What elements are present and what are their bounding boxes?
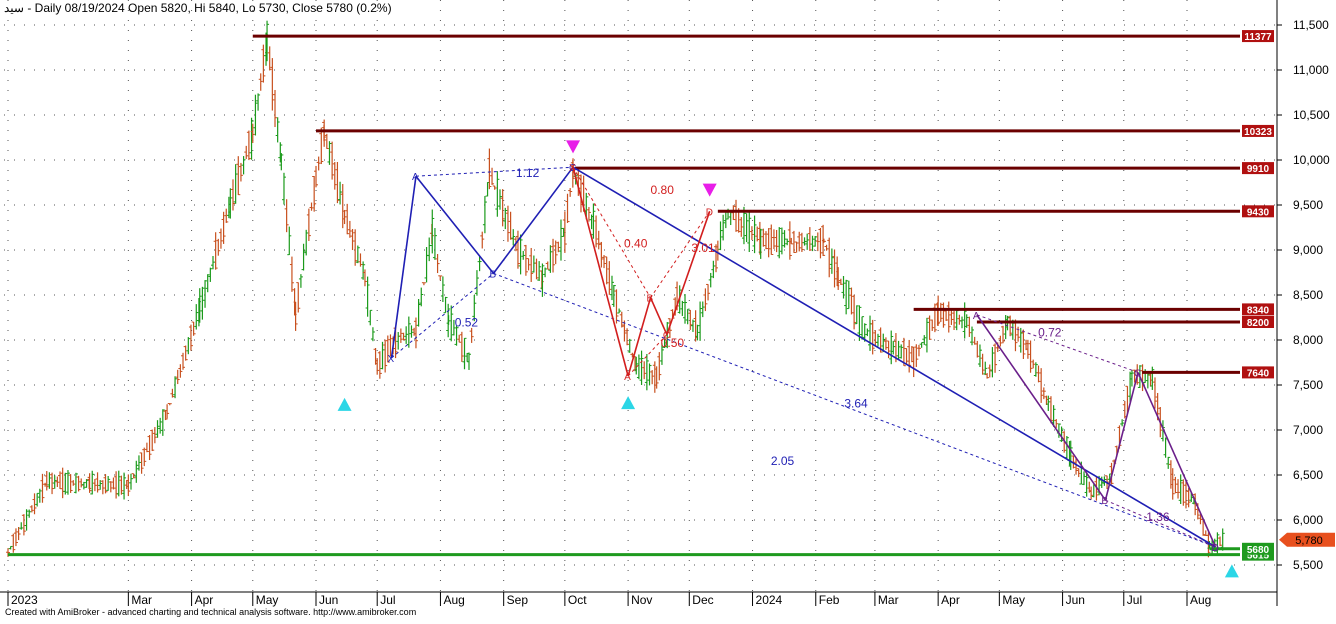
x-tick-label: May	[256, 593, 279, 607]
y-tick-label: 11,000	[1293, 63, 1329, 77]
pattern-leg	[572, 166, 1216, 548]
pattern-leg	[415, 175, 495, 274]
pattern-point-D: D	[706, 207, 713, 218]
ratio-label: 2.05	[771, 454, 795, 468]
stock-chart[interactable]: سيد - Daily 08/19/2024 Open 5820, Hi 584…	[0, 0, 1336, 619]
symbol-name: سيد	[4, 1, 24, 15]
level-label-9910: 9910	[1247, 164, 1270, 175]
x-tick-label: Jul	[380, 593, 395, 607]
sell-signal-icon	[702, 183, 717, 197]
x-tick-label: 2023	[11, 593, 38, 607]
y-tick-label: 9,000	[1293, 243, 1323, 257]
x-tick-label: Aug	[443, 593, 464, 607]
ratio-label: 0.50	[661, 336, 685, 350]
chart-canvas[interactable]: 5,500 6,000 6,500 7,000 7,500 8,000 8,500 9,000…	[0, 0, 1336, 619]
y-tick-label: 11,500	[1293, 18, 1329, 32]
y-tick-label: 10,500	[1293, 108, 1330, 122]
buy-signal-icon	[1224, 564, 1239, 578]
ratio-label: 3.01	[691, 241, 715, 255]
x-tick-label: Feb	[819, 593, 840, 607]
x-tick-label: 2024	[756, 593, 783, 607]
buy-signal-icon	[337, 397, 352, 411]
level-label-7640: 7640	[1247, 368, 1270, 379]
sell-signal-icon	[566, 140, 581, 154]
x-tick-label: Mar	[878, 593, 899, 607]
x-tick-label: Jun	[1066, 593, 1085, 607]
level-label-8200: 8200	[1247, 318, 1270, 329]
level-label-11377: 11377	[1244, 32, 1272, 43]
level-label-10323: 10323	[1244, 127, 1272, 138]
pattern-point-B: B	[1101, 496, 1108, 507]
x-tick-label: Sep	[507, 593, 529, 607]
chart-header: سيد - Daily 08/19/2024 Open 5820, Hi 584…	[4, 1, 392, 15]
x-tick-label: Jun	[319, 593, 338, 607]
last-price-label: 5,780	[1295, 535, 1323, 547]
y-tick-label: 8,000	[1293, 333, 1323, 347]
pattern-point-X: X	[387, 354, 394, 365]
ratio-label: 0.80	[651, 183, 675, 197]
pattern-leg	[390, 176, 417, 359]
ohlc-info: - Daily 08/19/2024 Open 5820, Hi 5840, L…	[27, 1, 392, 15]
ratio-label: 3.64	[844, 397, 868, 411]
pattern-point-C: C	[1134, 368, 1141, 379]
x-tick-label: Aug	[1190, 593, 1211, 607]
pattern-point-B: B	[489, 269, 496, 280]
ratio-label: 0.40	[624, 236, 648, 250]
ratio-label: 1.36	[1146, 510, 1170, 524]
pattern-leg	[976, 314, 1107, 501]
pattern-point-A: A	[624, 372, 631, 383]
y-tick-label: 6,000	[1293, 513, 1323, 527]
y-tick-label: 5,500	[1293, 558, 1323, 572]
level-label-5680: 5680	[1247, 545, 1270, 556]
level-label-9430: 9430	[1247, 207, 1270, 218]
x-tick-label: Jul	[1127, 593, 1142, 607]
x-tick-label: Nov	[631, 593, 652, 607]
y-tick-label: 10,000	[1293, 153, 1330, 167]
buy-signal-icon	[621, 396, 636, 410]
y-tick-label: 9,500	[1293, 198, 1323, 212]
y-tick-label: 8,500	[1293, 288, 1323, 302]
x-tick-label: Oct	[568, 593, 587, 607]
x-tick-label: May	[1002, 593, 1025, 607]
ratio-label: 0.52	[455, 316, 479, 330]
pattern-ratio-line	[415, 166, 574, 177]
pattern-point-B: B	[647, 294, 654, 305]
x-tick-label: Dec	[692, 593, 713, 607]
pattern-point-A: A	[973, 311, 980, 322]
y-tick-label: 7,000	[1293, 423, 1323, 437]
y-tick-label: 6,500	[1293, 468, 1323, 482]
pattern-point-A: A	[412, 172, 419, 183]
footer-credit: Created with AmiBroker - advanced charti…	[5, 607, 417, 617]
x-tick-label: Mar	[131, 593, 152, 607]
y-tick-label: 7,500	[1293, 378, 1323, 392]
x-tick-label: Apr	[941, 593, 960, 607]
ratio-label: 0.72	[1038, 325, 1062, 339]
ratio-label: 1.12	[516, 166, 540, 180]
pattern-leg	[572, 166, 629, 377]
pattern-point-X: X	[569, 163, 576, 174]
level-label-8340: 8340	[1247, 305, 1270, 316]
pattern-point-D: D	[1212, 543, 1219, 554]
x-tick-label: Apr	[195, 593, 214, 607]
pattern-leg	[1104, 372, 1139, 501]
